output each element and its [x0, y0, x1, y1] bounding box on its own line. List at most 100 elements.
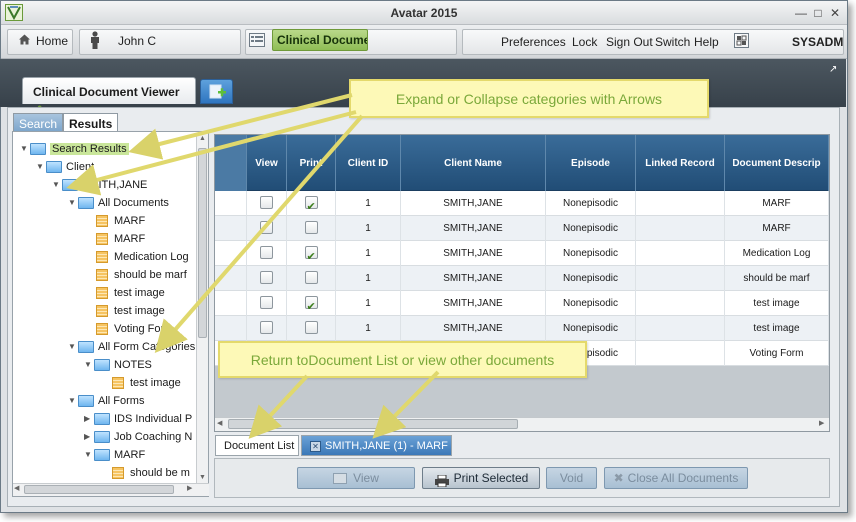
menu-switch[interactable]: Switch [655, 35, 690, 49]
tree-vertical-scroll-thumb[interactable] [198, 148, 207, 338]
column-header[interactable] [215, 135, 247, 191]
close-all-icon: ✖ [613, 471, 624, 485]
expand-arrow-icon[interactable]: ▶ [84, 429, 94, 445]
scroll-right-icon[interactable]: ▶ [187, 484, 192, 492]
add-tab-button[interactable] [200, 79, 233, 104]
collapse-arrow-icon[interactable]: ▼ [84, 447, 94, 463]
column-header[interactable]: Client ID [336, 135, 401, 191]
collapse-arrow-icon[interactable]: ▼ [68, 393, 78, 409]
active-form-tab[interactable]: Clinical Docume [272, 29, 368, 51]
print-checkbox[interactable] [304, 320, 318, 334]
tree-item[interactable]: test image [84, 303, 165, 319]
expand-arrow-icon[interactable]: ▶ [84, 411, 94, 427]
column-header[interactable]: Print [287, 135, 336, 191]
collapse-arrow-icon[interactable]: ▼ [36, 159, 46, 175]
column-header[interactable]: Linked Record [636, 135, 725, 191]
print-checkbox[interactable] [304, 220, 318, 234]
clinical-document-viewer-tab[interactable]: Clinical Document Viewer ● [22, 77, 196, 112]
void-button[interactable]: Void [546, 467, 597, 489]
column-header[interactable]: Episode [546, 135, 636, 191]
document-icon [112, 467, 124, 479]
tree-item[interactable]: test image [84, 285, 165, 301]
table-row[interactable]: 1SMITH,JANENonepisodic test image [215, 291, 829, 316]
tab-open-document[interactable]: ✕ SMITH,JANE (1) - MARF [301, 435, 452, 456]
table-row[interactable]: 1SMITH,JANENonepisodic Medication Log [215, 241, 829, 266]
tab-document-list[interactable]: Document List [215, 435, 299, 456]
view-checkbox[interactable] [260, 220, 273, 234]
row-selector[interactable] [215, 216, 247, 241]
menu-preferences[interactable]: Preferences [501, 35, 566, 49]
row-selector[interactable] [215, 191, 247, 216]
menu-help[interactable]: Help [694, 35, 719, 49]
minimize-icon[interactable]: — [794, 6, 808, 20]
tree-item[interactable]: should be marf [84, 267, 187, 283]
person-icon [89, 31, 101, 49]
grid-layout-icon[interactable] [734, 33, 749, 48]
table-row[interactable]: 1SMITH,JANENonepisodic MARF [215, 216, 829, 241]
scroll-down-icon[interactable]: ▼ [199, 474, 206, 481]
collapse-arrow-icon[interactable]: ▼ [68, 339, 78, 355]
view-checkbox[interactable] [260, 270, 273, 284]
tree-item[interactable]: MARF [84, 213, 145, 229]
column-header[interactable]: Client Name [401, 135, 546, 191]
tree-item[interactable]: ▼ SMITH,JANE [52, 177, 147, 193]
tree-item-label: Job Coaching N [114, 431, 193, 443]
close-all-documents-button[interactable]: ✖ Close All Documents [604, 467, 748, 489]
view-checkbox[interactable] [260, 295, 273, 309]
column-header[interactable]: View [247, 135, 287, 191]
collapse-arrow-icon[interactable]: ▼ [84, 357, 94, 373]
row-selector[interactable] [215, 316, 247, 341]
print-selected-button[interactable]: Print Selected [422, 467, 540, 489]
tree-item[interactable]: MARF [84, 231, 145, 247]
view-checkbox[interactable] [260, 195, 273, 209]
tree-item[interactable]: ▼ Client [36, 159, 94, 175]
row-selector[interactable] [215, 266, 247, 291]
tree-horizontal-scroll-thumb[interactable] [24, 485, 174, 494]
print-checkbox[interactable] [304, 195, 318, 216]
close-tab-icon[interactable]: ✕ [310, 440, 321, 452]
table-row[interactable]: 1SMITH,JANENonepisodic test image [215, 316, 829, 341]
close-icon[interactable]: ✕ [828, 6, 842, 20]
tree-item[interactable]: ▶ Job Coaching N [84, 429, 192, 445]
tree-item[interactable]: ▼ MARF [84, 447, 145, 463]
expand-window-icon[interactable]: ↗ [829, 64, 837, 75]
column-header[interactable]: Document Descrip [725, 135, 829, 191]
view-checkbox[interactable] [260, 245, 273, 259]
print-checkbox[interactable] [304, 270, 318, 284]
scroll-left-icon[interactable]: ◀ [14, 484, 19, 492]
view-button[interactable]: View [297, 467, 415, 489]
maximize-icon[interactable]: □ [811, 6, 825, 20]
form-list-icon[interactable] [249, 33, 265, 47]
table-row[interactable]: 1 SMITH,JANE Nonepisodic should be marf [215, 266, 829, 291]
grid-scroll-left-icon[interactable]: ◀ [217, 419, 222, 427]
row-selector[interactable] [215, 291, 247, 316]
collapse-arrow-icon[interactable]: ▼ [68, 195, 78, 211]
table-row[interactable]: 1SMITH,JANENonepisodic MARF [215, 191, 829, 216]
menu-lock[interactable]: Lock [572, 35, 597, 49]
tree-item[interactable]: ▼ Search Results [20, 141, 129, 157]
print-checkbox[interactable] [304, 295, 318, 316]
tab-search[interactable]: Search [13, 113, 63, 132]
row-selector[interactable] [215, 241, 247, 266]
tree-item[interactable]: test image [100, 375, 181, 391]
print-checkbox[interactable] [304, 245, 318, 266]
tree-item[interactable]: ▼ NOTES [84, 357, 152, 373]
tab-results[interactable]: Results [63, 113, 118, 132]
menu-sign-out[interactable]: Sign Out [606, 35, 653, 49]
tree-item[interactable]: Voting Form [84, 321, 173, 337]
tree-item[interactable]: ▼ All Forms [68, 393, 144, 409]
grid-horizontal-scroll-thumb[interactable] [228, 419, 518, 429]
scroll-up-icon[interactable]: ▲ [199, 135, 206, 142]
collapse-arrow-icon[interactable]: ▼ [20, 141, 30, 157]
grid-scroll-right-icon[interactable]: ▶ [819, 419, 824, 427]
collapse-arrow-icon[interactable]: ▼ [52, 177, 62, 193]
tree-item[interactable]: Medication Log [84, 249, 189, 265]
linked-record-cell [636, 266, 725, 291]
tree-item[interactable]: ▼ All Form Categories [68, 339, 195, 355]
document-icon [96, 323, 108, 335]
tree-item[interactable]: ▶ IDS Individual P [84, 411, 192, 427]
tree-item-label: test image [130, 377, 181, 389]
tree-item[interactable]: ▼ All Documents [68, 195, 169, 211]
view-checkbox[interactable] [260, 320, 273, 334]
tree-item[interactable]: should be m [100, 465, 190, 481]
